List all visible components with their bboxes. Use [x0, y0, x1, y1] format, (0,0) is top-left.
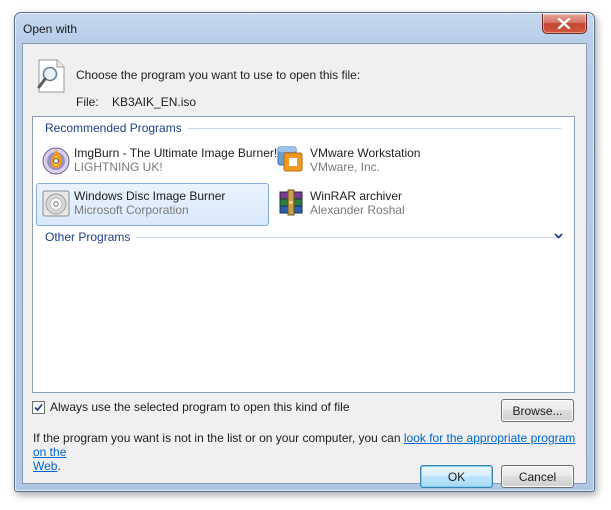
file-label: File: [76, 95, 99, 109]
group-header-other[interactable]: Other Programs [45, 229, 563, 245]
disc-burner-icon [42, 190, 70, 217]
program-name: Windows Disc Image Burner [74, 189, 226, 203]
group-title-recommended: Recommended Programs [45, 121, 182, 135]
program-publisher: VMware, Inc. [310, 160, 381, 174]
help-text-period: . [57, 459, 61, 473]
open-with-dialog: Open with Choose the program you want to… [14, 12, 595, 492]
program-item-winrar[interactable]: WinRAR archiver Alexander Roshal [272, 183, 505, 226]
title-bar[interactable]: Open with [15, 13, 594, 43]
close-button[interactable] [542, 14, 587, 34]
group-divider [187, 127, 561, 129]
program-name: WinRAR archiver [310, 189, 403, 203]
dialog-body: Choose the program you want to use to op… [22, 43, 587, 488]
group-title-other: Other Programs [45, 230, 131, 244]
checkmark-icon [34, 403, 43, 411]
group-divider [136, 236, 561, 238]
program-item-vmware[interactable]: VMware Workstation VMware, Inc. [272, 140, 505, 183]
ok-button-label: OK [447, 469, 466, 484]
window-title: Open with [23, 22, 78, 36]
search-web-link-continued[interactable]: Web [33, 459, 57, 473]
program-publisher: Microsoft Corporation [74, 203, 189, 217]
program-publisher: LIGHTNING UK! [74, 160, 163, 174]
close-icon [557, 18, 571, 29]
program-name: VMware Workstation [310, 146, 421, 160]
always-use-label: Always use the selected program to open … [50, 400, 350, 414]
cancel-button-label: Cancel [518, 469, 557, 484]
help-text: If the program you want is not in the li… [33, 431, 578, 473]
program-item-imgburn[interactable]: ImgBurn - The Ultimate Image Burner! LIG… [36, 140, 277, 183]
group-header-recommended[interactable]: Recommended Programs [45, 120, 561, 136]
ok-button[interactable]: OK [420, 465, 493, 488]
program-item-windows-disc-image-burner[interactable]: Windows Disc Image Burner Microsoft Corp… [36, 183, 269, 226]
program-publisher: Alexander Roshal [310, 203, 405, 217]
always-use-checkbox[interactable] [32, 400, 45, 414]
program-list[interactable]: Recommended Programs ImgBurn - The Ultim… [32, 116, 575, 393]
magnifier-document-icon [37, 59, 65, 93]
cancel-button[interactable]: Cancel [501, 465, 574, 488]
help-text-intro: If the program you want is not in the li… [33, 431, 404, 445]
browse-button[interactable]: Browse... [501, 399, 574, 422]
winrar-icon [279, 189, 303, 216]
chevron-down-icon[interactable] [554, 232, 563, 240]
vmware-icon [277, 146, 303, 172]
file-name: KB3AIK_EN.iso [112, 95, 197, 109]
browse-button-label: Browse... [512, 403, 563, 418]
prompt-text: Choose the program you want to use to op… [76, 68, 361, 82]
program-name: ImgBurn - The Ultimate Image Burner! [74, 146, 278, 160]
always-use-option[interactable]: Always use the selected program to open … [32, 400, 350, 414]
imgburn-icon [42, 147, 70, 175]
